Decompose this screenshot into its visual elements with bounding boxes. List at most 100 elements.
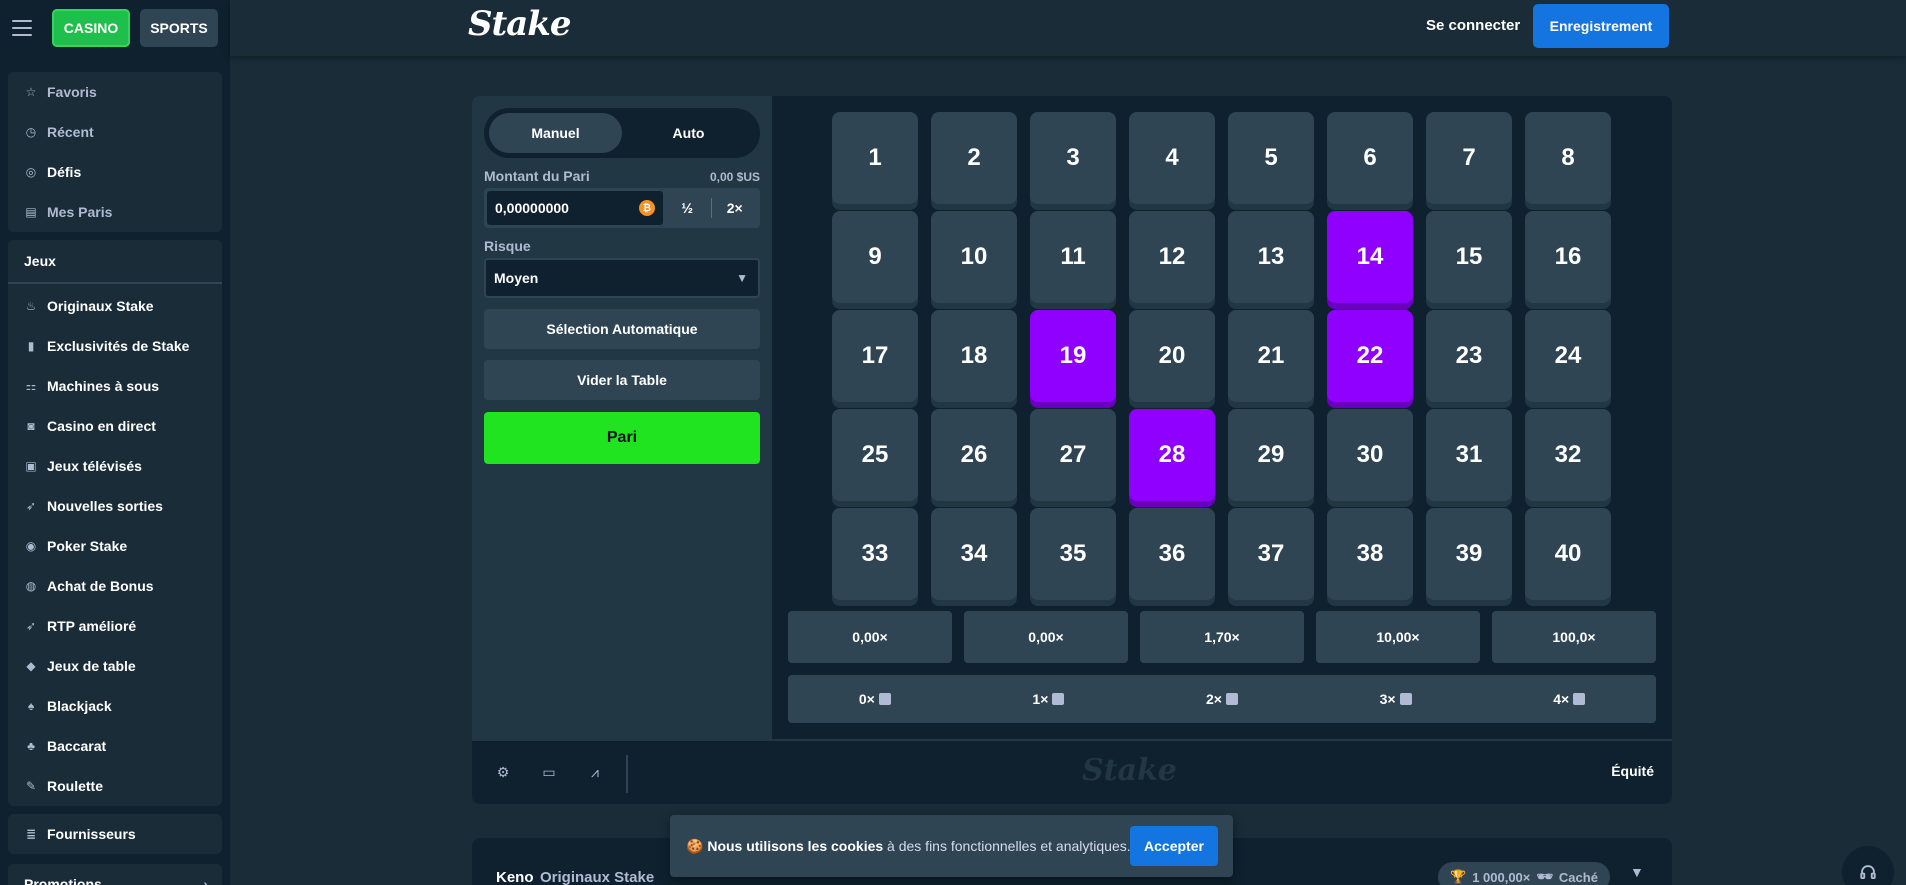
keno-tile[interactable]: 40 [1525, 508, 1611, 600]
fairness-link[interactable]: Équité [1611, 763, 1654, 779]
sidebar-item-mes-paris[interactable]: ▤ Mes Paris [8, 192, 222, 232]
keno-tile[interactable]: 25 [832, 409, 918, 501]
keno-tile[interactable]: 18 [931, 310, 1017, 402]
chevron-down-icon[interactable]: ▼ [1630, 864, 1644, 880]
keno-tile[interactable]: 26 [931, 409, 1017, 501]
sidebar-item-label: Originaux Stake [47, 298, 154, 314]
keno-tile[interactable]: 8 [1525, 112, 1611, 204]
sidebar-item-poker[interactable]: ◉ Poker Stake [8, 526, 222, 566]
keno-tile[interactable]: 39 [1426, 508, 1512, 600]
sidebar-item-label: Jeux de table [47, 658, 136, 674]
sidebar-item-nouvelles-sorties[interactable]: ➶ Nouvelles sorties [8, 486, 222, 526]
keno-tile[interactable]: 20 [1129, 310, 1215, 402]
keno-tile[interactable]: 2 [931, 112, 1017, 204]
keno-tile[interactable]: 14 [1327, 211, 1413, 303]
cookie-banner: 🍪 Nous utilisons les cookies à des fins … [670, 815, 1233, 877]
divider [626, 755, 628, 793]
keno-tile[interactable]: 30 [1327, 409, 1413, 501]
sidebar-item-rtp[interactable]: ➶ RTP amélioré [8, 606, 222, 646]
keno-tile[interactable]: 10 [931, 211, 1017, 303]
keno-tile[interactable]: 5 [1228, 112, 1314, 204]
keno-tile[interactable]: 23 [1426, 310, 1512, 402]
keno-tile[interactable]: 27 [1030, 409, 1116, 501]
sidebar-item-exclusivites[interactable]: ▮ Exclusivités de Stake [8, 326, 222, 366]
tab-manual[interactable]: Manuel [489, 113, 622, 153]
keno-tile[interactable]: 1 [832, 112, 918, 204]
stake-logo[interactable]: Stake [468, 4, 571, 44]
risk-select[interactable]: Moyen ▼ [484, 258, 760, 298]
clear-table-button[interactable]: Vider la Table [484, 360, 760, 400]
sidebar-item-label: Exclusivités de Stake [47, 338, 190, 354]
keno-tile[interactable]: 32 [1525, 409, 1611, 501]
sidebar-item-blackjack[interactable]: ♠ Blackjack [8, 686, 222, 726]
keno-tile[interactable]: 9 [832, 211, 918, 303]
bet-amount-input[interactable]: 0,00000000 ₿ [486, 190, 664, 226]
keno-tile[interactable]: 37 [1228, 508, 1314, 600]
gem-icon [1399, 693, 1412, 705]
sidebar-item-achat-bonus[interactable]: ◍ Achat de Bonus [8, 566, 222, 606]
keno-tile[interactable]: 11 [1030, 211, 1116, 303]
sidebar-item-label: Promotions [24, 876, 102, 885]
sports-toggle[interactable]: SPORTS [140, 9, 218, 47]
hits-cell: 0× [788, 675, 962, 723]
casino-toggle[interactable]: CASINO [52, 9, 130, 47]
stats-icon[interactable]: ⩘ [586, 763, 604, 781]
keno-tile[interactable]: 13 [1228, 211, 1314, 303]
keno-tile[interactable]: 12 [1129, 211, 1215, 303]
keno-tile[interactable]: 19 [1030, 310, 1116, 402]
menu-icon[interactable] [12, 20, 32, 36]
accept-cookies-button[interactable]: Accepter [1130, 826, 1218, 866]
keno-tile[interactable]: 24 [1525, 310, 1611, 402]
keno-tile[interactable]: 4 [1129, 112, 1215, 204]
sidebar-item-originaux[interactable]: ♨ Originaux Stake [8, 286, 222, 326]
top-bar: Stake Se connecter Enregistrement [230, 0, 1906, 56]
sidebar-item-jeux-table[interactable]: ◆ Jeux de table [8, 646, 222, 686]
theatre-mode-icon[interactable]: ▭ [540, 763, 558, 781]
hits-label: 0× [858, 691, 875, 707]
keno-tile[interactable]: 34 [931, 508, 1017, 600]
hits-label: 2× [1206, 691, 1222, 707]
auto-pick-button[interactable]: Sélection Automatique [484, 309, 760, 349]
keno-tile[interactable]: 36 [1129, 508, 1215, 600]
support-headset-icon[interactable] [1842, 846, 1894, 885]
double-bet-button[interactable]: 2× [712, 190, 759, 226]
login-link[interactable]: Se connecter [1426, 17, 1520, 34]
sidebar-header: CASINO SPORTS [0, 0, 230, 56]
keno-tile[interactable]: 35 [1030, 508, 1116, 600]
sidebar-item-baccarat[interactable]: ♣ Baccarat [8, 726, 222, 766]
tab-auto[interactable]: Auto [622, 113, 755, 153]
register-button[interactable]: Enregistrement [1533, 4, 1669, 48]
sidebar-item-machines[interactable]: ⚏ Machines à sous [8, 366, 222, 406]
half-bet-button[interactable]: ½ [664, 190, 711, 226]
keno-tile[interactable]: 16 [1525, 211, 1611, 303]
sidebar-promotions-group: Promotions › [8, 864, 222, 885]
sidebar-item-casino-direct[interactable]: ◙ Casino en direct [8, 406, 222, 446]
keno-tile[interactable]: 6 [1327, 112, 1413, 204]
keno-tile[interactable]: 28 [1129, 409, 1215, 501]
gem-icon [1225, 693, 1238, 705]
keno-tile[interactable]: 3 [1030, 112, 1116, 204]
sidebar-item-promotions[interactable]: Promotions › [8, 864, 222, 885]
keno-tile[interactable]: 38 [1327, 508, 1413, 600]
keno-tile[interactable]: 31 [1426, 409, 1512, 501]
bonus-icon: ◍ [25, 579, 37, 593]
sidebar-item-recent[interactable]: ◷ Récent [8, 112, 222, 152]
bookmark-icon: ▮ [27, 339, 35, 353]
keno-tile[interactable]: 21 [1228, 310, 1314, 402]
keno-tile[interactable]: 17 [832, 310, 918, 402]
sidebar-item-favoris[interactable]: ☆ Favoris [8, 72, 222, 112]
roulette-icon: ✎ [25, 779, 37, 793]
keno-tile[interactable]: 15 [1426, 211, 1512, 303]
bet-button[interactable]: Pari [484, 412, 760, 464]
keno-tile[interactable]: 33 [832, 508, 918, 600]
keno-tile[interactable]: 7 [1426, 112, 1512, 204]
sidebar-item-jeux-televises[interactable]: ▣ Jeux télévisés [8, 446, 222, 486]
sidebar-item-fournisseurs[interactable]: ≣ Fournisseurs [8, 814, 222, 854]
keno-tile[interactable]: 22 [1327, 310, 1413, 402]
gear-icon[interactable]: ⚙ [494, 763, 512, 781]
sidebar-item-roulette[interactable]: ✎ Roulette [8, 766, 222, 806]
game-subtitle[interactable]: Originaux Stake [540, 869, 654, 885]
keno-tile[interactable]: 29 [1228, 409, 1314, 501]
sidebar-section-jeux[interactable]: Jeux [8, 240, 222, 284]
sidebar-item-defis[interactable]: ◎ Défis [8, 152, 222, 192]
